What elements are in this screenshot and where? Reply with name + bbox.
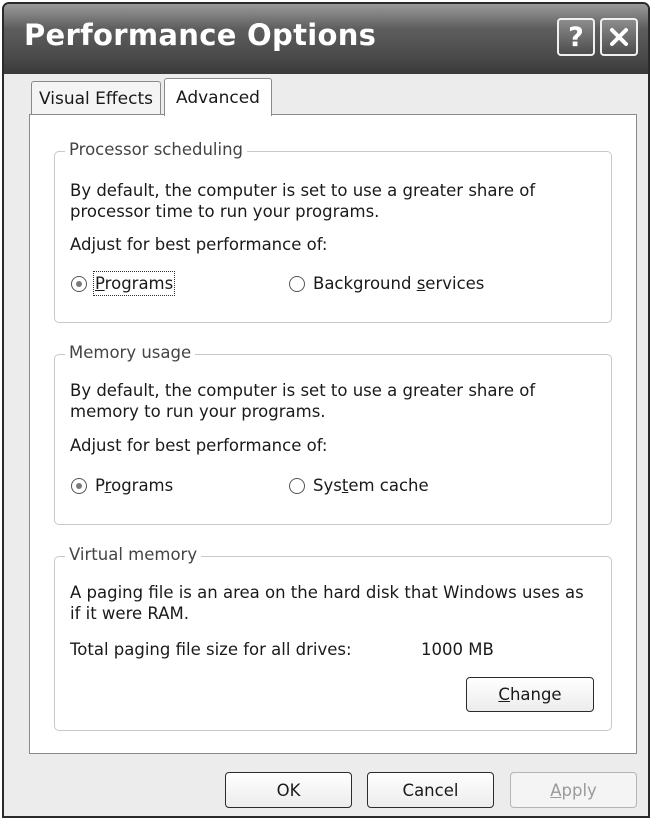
close-icon bbox=[610, 28, 628, 46]
description-text: By default, the computer is set to use a… bbox=[70, 181, 536, 200]
help-button[interactable]: ? bbox=[557, 18, 595, 56]
description-text: By default, the computer is set to use a… bbox=[70, 381, 536, 400]
help-icon: ? bbox=[568, 21, 584, 53]
performance-options-dialog: Performance Options ? Visual Effects Adv… bbox=[2, 2, 650, 818]
tab-visual-effects[interactable]: Visual Effects bbox=[31, 81, 161, 115]
radio-label[interactable]: System cache bbox=[313, 475, 429, 496]
ok-button[interactable]: OK bbox=[225, 772, 352, 808]
radio-label[interactable]: Programs bbox=[95, 475, 173, 496]
cancel-button[interactable]: Cancel bbox=[367, 772, 494, 808]
radio-button[interactable] bbox=[289, 478, 305, 494]
description-text: if it were RAM. bbox=[70, 604, 189, 623]
dialog-client-area: Visual Effects Advanced Processor schedu… bbox=[4, 74, 648, 816]
tab-label: Advanced bbox=[176, 87, 260, 108]
processor-scheduling-group: Processor scheduling By default, the com… bbox=[54, 140, 612, 323]
button-label: Apply bbox=[550, 780, 597, 800]
memory-usage-group: Memory usage By default, the computer is… bbox=[54, 343, 612, 525]
radio-label[interactable]: Programs bbox=[92, 271, 176, 296]
tab-advanced[interactable]: Advanced bbox=[164, 78, 272, 116]
tab-label: Visual Effects bbox=[39, 88, 153, 109]
apply-button[interactable]: Apply bbox=[510, 772, 637, 808]
close-button[interactable] bbox=[600, 18, 638, 56]
title-bar[interactable]: Performance Options ? bbox=[4, 4, 648, 74]
button-label: Change bbox=[498, 685, 562, 704]
adjust-label: Adjust for best performance of: bbox=[70, 436, 328, 455]
adjust-label: Adjust for best performance of: bbox=[70, 235, 328, 254]
paging-size-value: 1000 MB bbox=[421, 640, 494, 659]
group-legend: Processor scheduling bbox=[65, 140, 248, 159]
change-button[interactable]: Change bbox=[466, 677, 594, 712]
group-legend: Memory usage bbox=[65, 343, 196, 362]
virtual-memory-group: Virtual memory A paging file is an area … bbox=[54, 545, 612, 731]
radio-button[interactable] bbox=[289, 276, 305, 292]
description-text: memory to run your programs. bbox=[70, 402, 326, 421]
description-text: A paging file is an area on the hard dis… bbox=[70, 583, 584, 602]
radio-button[interactable] bbox=[71, 276, 87, 292]
radio-label[interactable]: Background services bbox=[313, 273, 484, 294]
button-label: Cancel bbox=[402, 780, 459, 800]
window-title: Performance Options bbox=[24, 18, 377, 52]
group-legend: Virtual memory bbox=[65, 545, 202, 564]
radio-button[interactable] bbox=[71, 478, 87, 494]
button-label: OK bbox=[276, 780, 301, 800]
paging-size-label: Total paging file size for all drives: bbox=[70, 640, 352, 659]
description-text: processor time to run your programs. bbox=[70, 202, 380, 221]
advanced-tab-panel: Processor scheduling By default, the com… bbox=[29, 114, 637, 754]
